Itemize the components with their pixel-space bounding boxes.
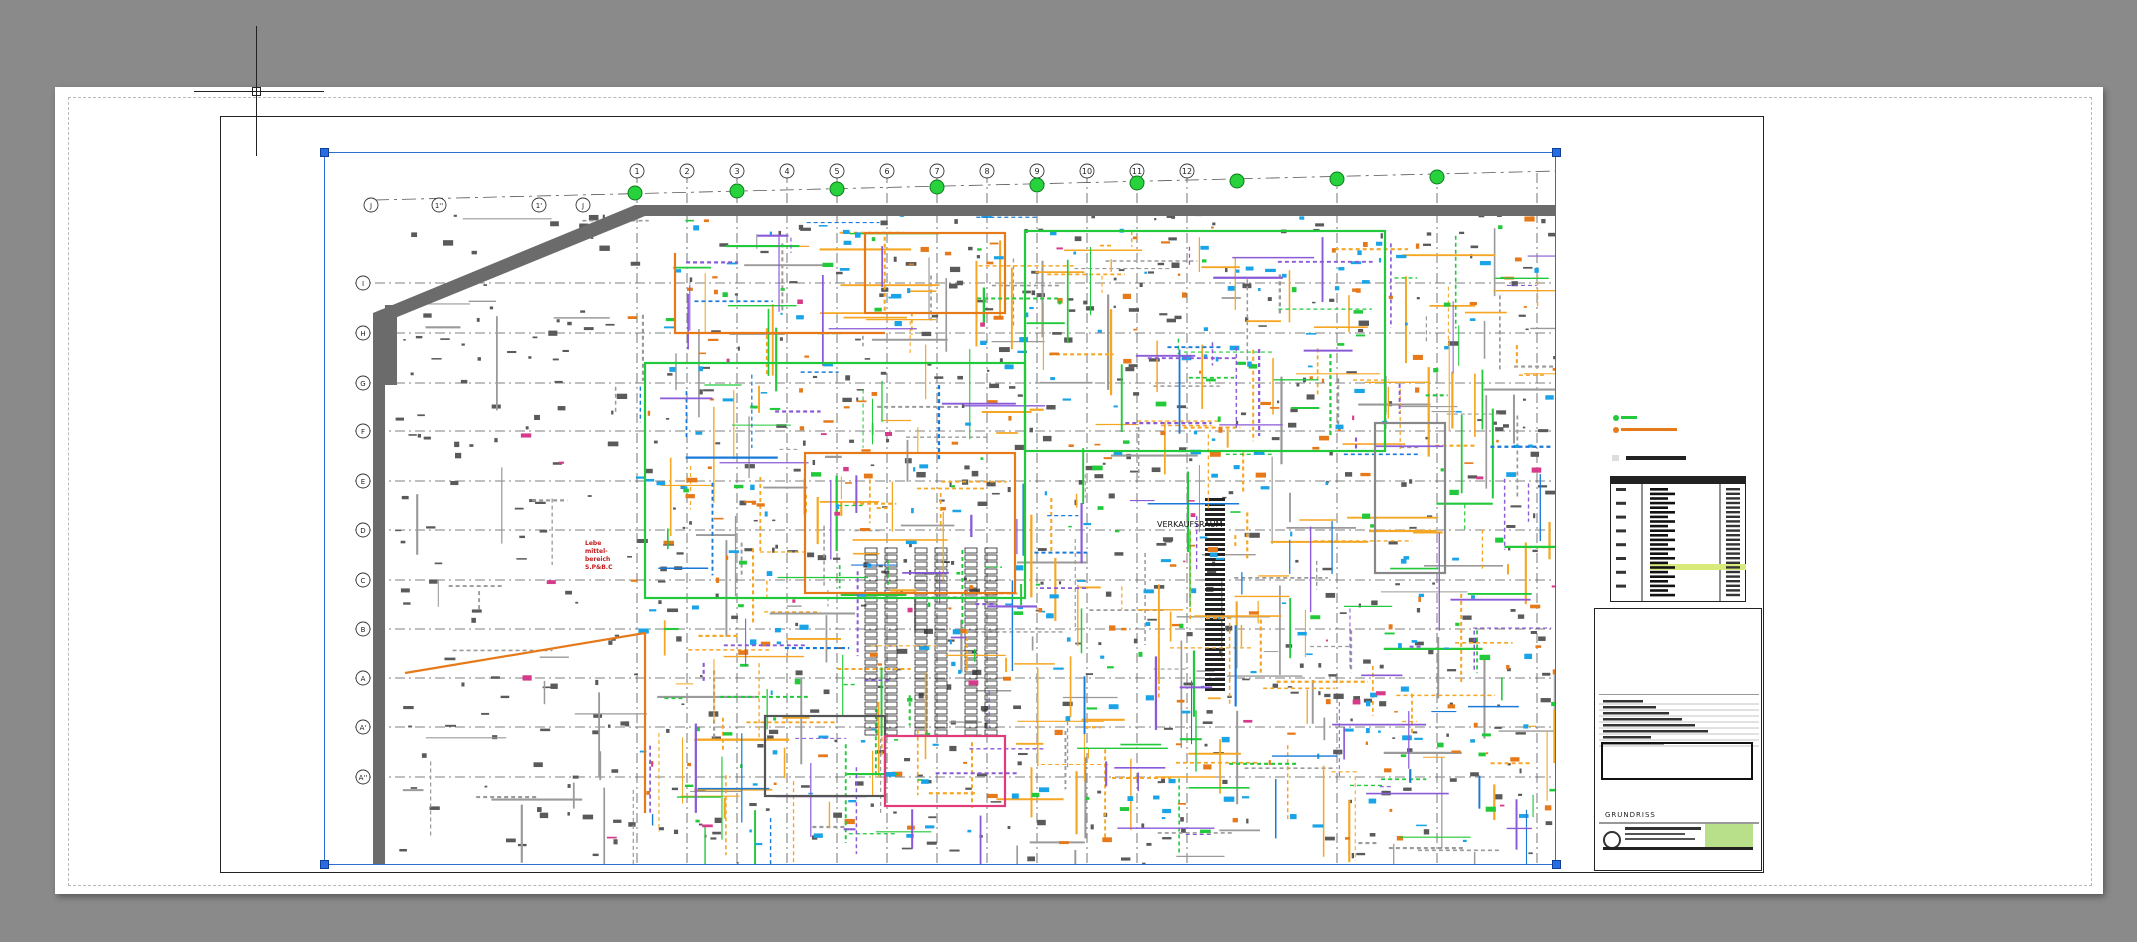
- column-grid-bubble-7: 7: [929, 163, 945, 179]
- title-block-drawing-label: GRUNDRISS: [1605, 811, 1656, 819]
- viewport-grip-bottom-right[interactable]: [1552, 860, 1561, 869]
- column-grid-bubble-1: 1: [629, 163, 645, 179]
- svg-text:9: 9: [1034, 167, 1039, 176]
- row-grid-bubble-4: E: [355, 473, 371, 489]
- floorplan-viewport[interactable]: 1 2 3 4 5 6 7 8 9 10 11 12 I H G F E D C B A A' A'' J 1'' 1' J L…: [324, 152, 1556, 865]
- row-grid-bubble-0: I: [355, 275, 371, 291]
- green-column-marker-1: [729, 183, 745, 199]
- green-column-marker-3: [929, 179, 945, 195]
- column-grid-bubble-6: 6: [879, 163, 895, 179]
- row-grid-bubble-5: D: [355, 522, 371, 538]
- svg-text:8: 8: [984, 167, 989, 176]
- row-grid-bubble-8: A: [355, 670, 371, 686]
- green-column-marker-7: [1329, 171, 1345, 187]
- green-column-marker-4: [1029, 177, 1045, 193]
- row-grid-bubble-7: B: [355, 621, 371, 637]
- corner-grid-bubble-2: 1': [531, 197, 547, 213]
- svg-text:5: 5: [834, 167, 839, 176]
- red-note-line-1: Lebe: [585, 540, 601, 547]
- column-grid-bubble-3: 3: [729, 163, 745, 179]
- svg-text:A': A': [360, 724, 367, 732]
- row-grid-bubble-3: F: [355, 423, 371, 439]
- svg-text:1': 1': [536, 202, 542, 210]
- red-note-line-4: S.P&B.C: [585, 564, 613, 571]
- svg-text:F: F: [361, 428, 365, 436]
- column-grid-bubble-8: 8: [979, 163, 995, 179]
- column-grid-bubble-10: 10: [1079, 163, 1095, 179]
- svg-text:2: 2: [684, 167, 689, 176]
- svg-text:H: H: [360, 330, 365, 338]
- svg-text:I: I: [362, 280, 364, 288]
- svg-text:4: 4: [784, 167, 789, 176]
- row-grid-bubble-9: A': [355, 719, 371, 735]
- crosshair-pickbox: [252, 87, 261, 96]
- svg-text:J: J: [581, 202, 584, 210]
- row-grid-bubble-6: C: [355, 572, 371, 588]
- column-grid-bubble-5: 5: [829, 163, 845, 179]
- title-block-project-box: [1601, 742, 1753, 780]
- column-grid-bubble-2: 2: [679, 163, 695, 179]
- green-column-marker-8: [1429, 169, 1445, 185]
- green-column-marker-5: [1129, 175, 1145, 191]
- svg-text:E: E: [361, 478, 365, 486]
- row-grid-bubble-1: H: [355, 325, 371, 341]
- corner-grid-bubble-3: J: [575, 197, 591, 213]
- column-grid-bubble-4: 4: [779, 163, 795, 179]
- svg-text:J: J: [369, 202, 372, 210]
- viewport-grip-top-left[interactable]: [320, 148, 329, 157]
- svg-text:12: 12: [1182, 167, 1192, 176]
- svg-text:D: D: [360, 527, 365, 535]
- row-grid-bubble-10: A'': [355, 769, 371, 785]
- svg-text:C: C: [361, 577, 366, 585]
- row-grid-bubble-2: G: [355, 375, 371, 391]
- corner-grid-bubble-1: 1'': [431, 197, 447, 213]
- title-block: GRUNDRISS: [1594, 608, 1762, 871]
- svg-text:1'': 1'': [435, 202, 443, 210]
- svg-text:G: G: [360, 380, 365, 388]
- svg-text:11: 11: [1132, 167, 1142, 176]
- viewport-grip-top-right[interactable]: [1552, 148, 1561, 157]
- red-note-line-2: mittel-: [585, 548, 608, 555]
- area-label: VERKAUFSRAUM: [1157, 520, 1223, 529]
- corner-grid-bubble-0: J: [363, 197, 379, 213]
- column-grid-bubble-12: 12: [1179, 163, 1195, 179]
- column-grid-bubble-9: 9: [1029, 163, 1045, 179]
- svg-text:10: 10: [1082, 167, 1092, 176]
- drawing-schedule-table: [1610, 476, 1746, 602]
- viewport-grip-bottom-left[interactable]: [320, 860, 329, 869]
- svg-text:A: A: [361, 675, 366, 683]
- svg-text:3: 3: [734, 167, 739, 176]
- svg-text:A'': A'': [359, 774, 368, 782]
- red-note-line-3: bereich: [585, 556, 610, 563]
- svg-text:B: B: [361, 626, 366, 634]
- green-column-marker-6: [1229, 173, 1245, 189]
- green-column-marker-0: [627, 185, 643, 201]
- svg-text:7: 7: [934, 167, 939, 176]
- svg-text:1: 1: [634, 167, 639, 176]
- svg-text:6: 6: [884, 167, 889, 176]
- green-column-marker-2: [829, 181, 845, 197]
- legend: [1608, 412, 1738, 472]
